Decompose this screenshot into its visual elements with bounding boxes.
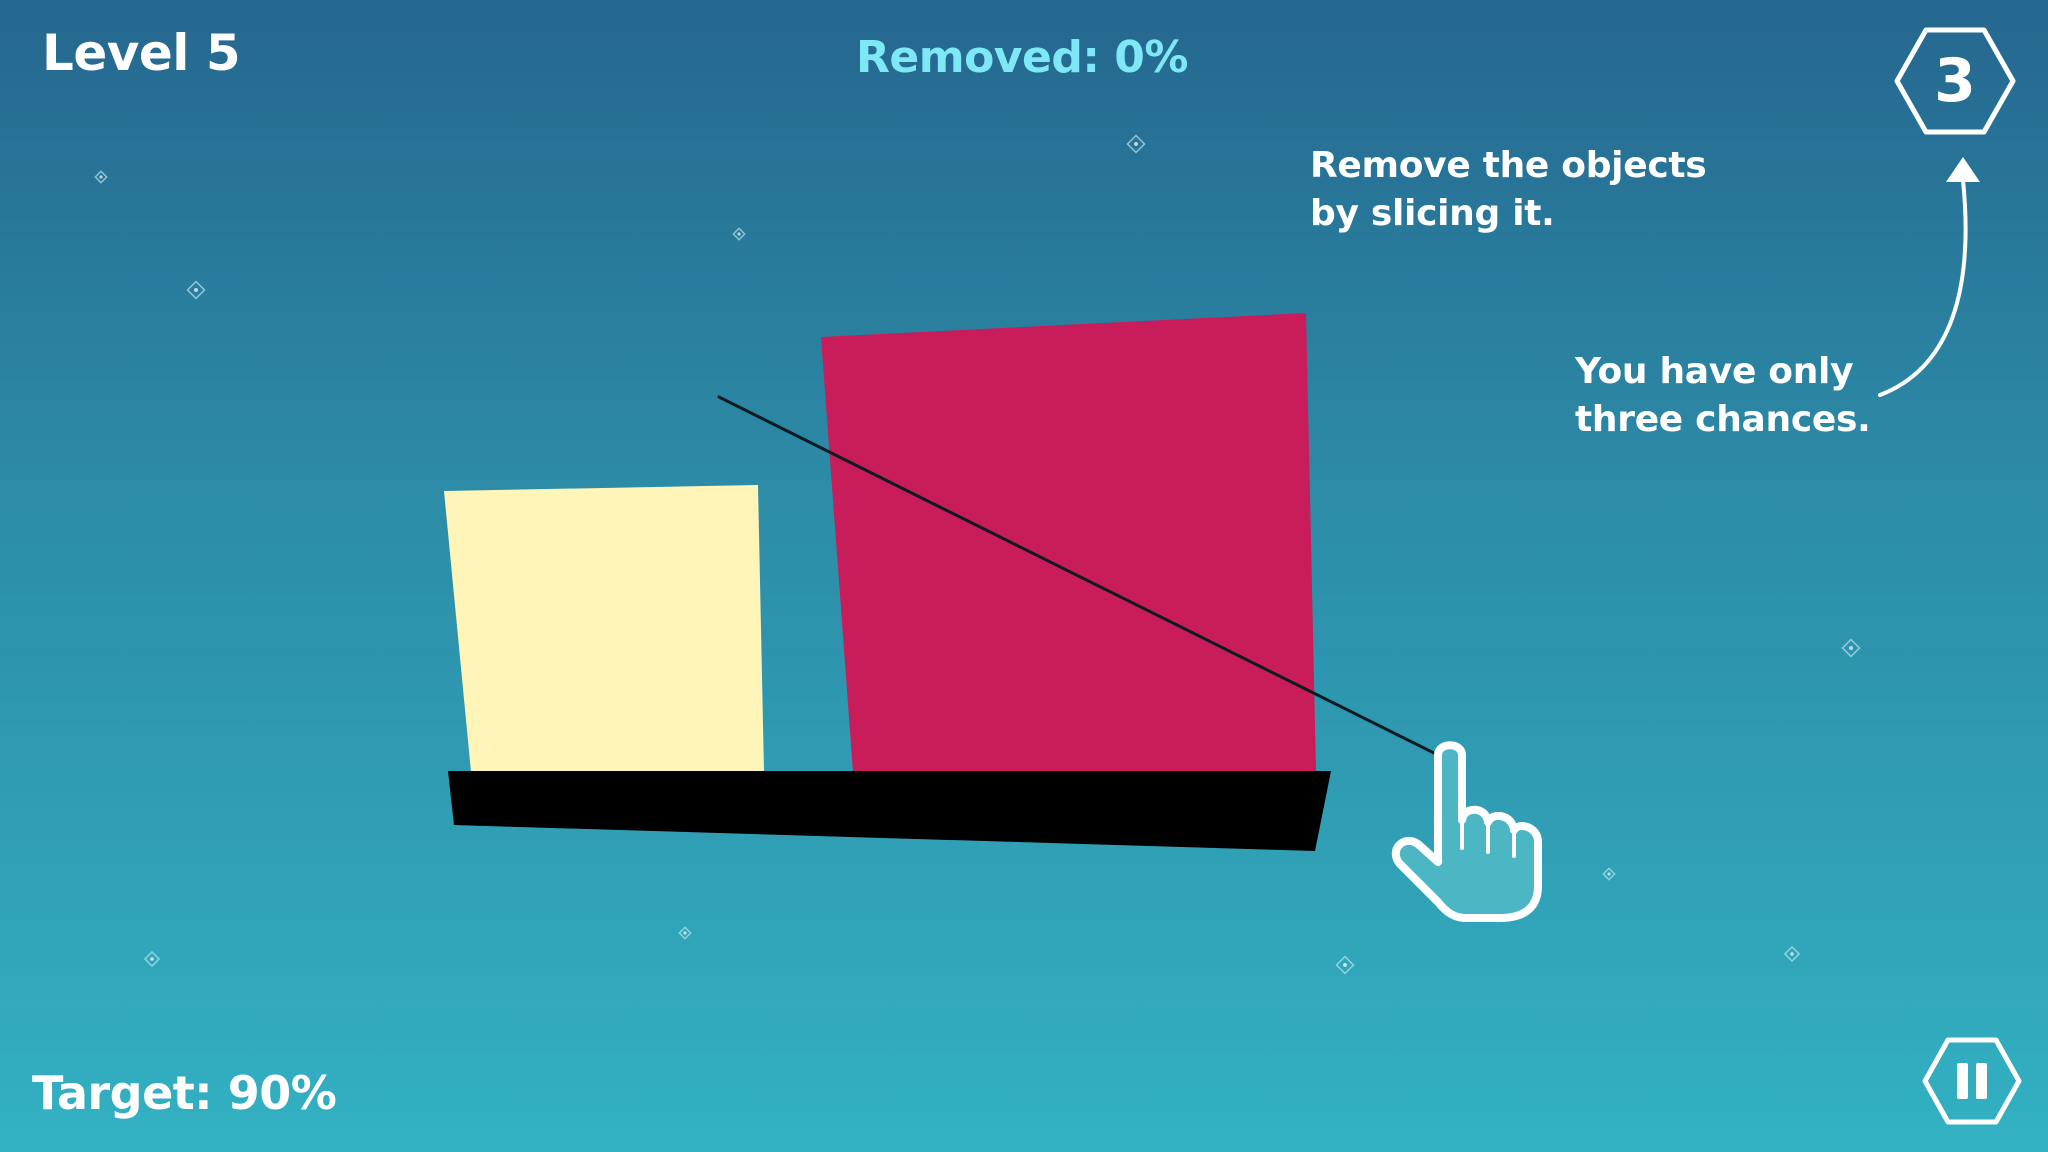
removed-percentage: Removed: 0%	[856, 32, 1188, 83]
game-scene[interactable]	[0, 0, 2048, 1152]
level-label: Level 5	[42, 24, 241, 82]
crimson-block[interactable]	[821, 313, 1316, 772]
tutorial-line: three chances.	[1575, 399, 1871, 440]
pointing-hand-icon	[1391, 741, 1542, 922]
platform	[448, 771, 1331, 851]
tutorial-line: Remove the objects	[1310, 145, 1707, 186]
sparkle	[1783, 945, 1801, 963]
pause-button[interactable]	[1922, 1036, 2022, 1126]
chances-badge: 3	[1893, 26, 2017, 136]
pause-icon	[1922, 1037, 2022, 1125]
chances-count: 3	[1934, 46, 1976, 116]
tutorial-slice-hint: Remove the objects by slicing it.	[1310, 142, 1707, 238]
tutorial-line: by slicing it.	[1310, 193, 1555, 234]
sparkle	[732, 227, 746, 241]
curved-arrow-icon	[1878, 157, 1980, 397]
sparkle	[1335, 955, 1355, 975]
cream-block[interactable]	[444, 485, 764, 772]
sparkle	[678, 926, 692, 940]
target-percentage: Target: 90%	[32, 1066, 337, 1120]
sparkle	[143, 950, 161, 968]
sparkle	[1602, 867, 1616, 881]
sparkle	[1126, 134, 1146, 154]
tutorial-line: You have only	[1575, 351, 1854, 392]
sparkle	[94, 170, 108, 184]
sparkle	[186, 280, 206, 300]
tutorial-chances-hint: You have only three chances.	[1575, 348, 1871, 444]
sparkle	[1841, 638, 1861, 658]
